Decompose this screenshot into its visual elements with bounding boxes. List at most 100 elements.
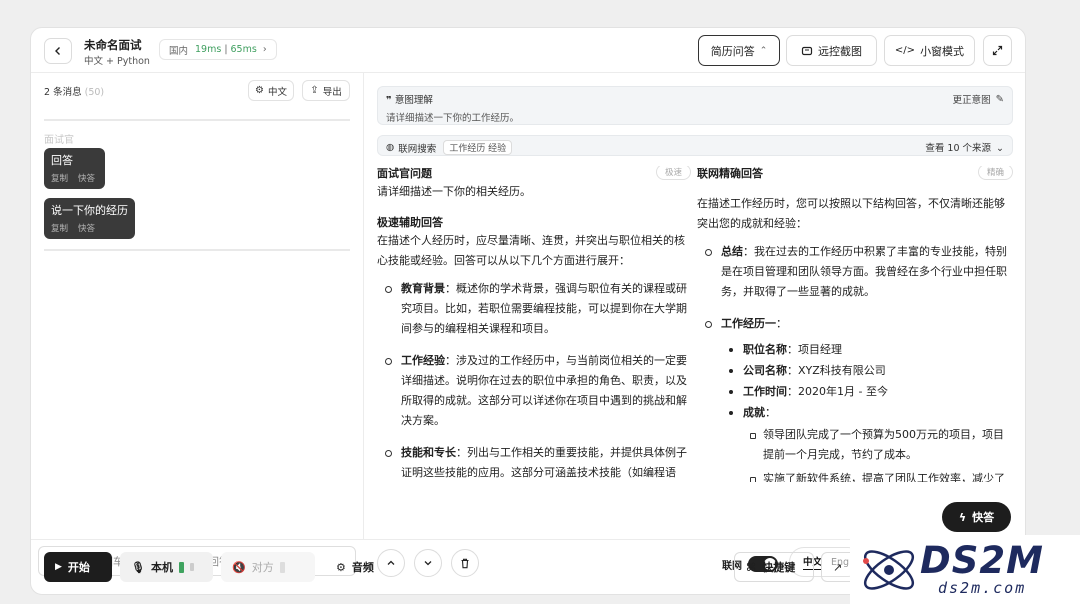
message-count: 2 条消息 (50) [44, 84, 104, 98]
item-value: ： [776, 317, 787, 330]
shortcut-label: 快捷键 [762, 561, 796, 574]
item-key: 技能和专长 [401, 446, 456, 459]
latency-1: 19ms [195, 44, 222, 55]
language-button-label: 中文 [267, 86, 287, 98]
list-item: 领导团队完成了一个预算为500万元的项目，项目提前一个月完成，节约了成本。 [743, 425, 1013, 465]
atom-logo-icon [863, 550, 915, 590]
remote-screenshot-button[interactable]: 远控截图 [786, 35, 877, 66]
precise-answer-title: 联网精确回答 [697, 167, 763, 180]
watermark: DS2M ds2m.com [850, 535, 1080, 604]
list-item: 教育背景：概述你的学术背景，强调与职位有关的课程或研究项目。比如，若职位需要编程… [377, 279, 691, 339]
quote-icon: ❞ [386, 95, 395, 106]
audio-settings-button[interactable]: ⚙ 音频 [325, 552, 385, 582]
chevron-down-icon: ⌄ [996, 143, 1004, 154]
list-item: 工作经验：涉及过的工作经历中，与当前岗位相关的一定要详细描述。说明你在过去的职位… [377, 351, 691, 431]
watermark-url: ds2m.com [938, 579, 1027, 597]
intent-bar: ❞ 意图理解 请详细描述一下你的工作经历。 更正意图 ✎ [377, 86, 1013, 125]
list-item: 成就： 领导团队完成了一个预算为500万元的项目，项目提前一个月完成，节约了成本… [721, 403, 1013, 482]
edit-icon: ✎ [995, 93, 1004, 105]
view-sources-button[interactable]: 查看 10 个来源 ⌄ [925, 140, 1004, 154]
list-item: 工作时间：2020年1月 - 至今 [721, 382, 1013, 402]
copy-action[interactable]: 复制 [51, 172, 68, 184]
message-bubble[interactable]: 回答 复制 快答 [44, 148, 105, 189]
speed-tag: 极速 [655, 166, 691, 180]
intent-label-text: 意图理解 [394, 95, 433, 106]
export-icon: ⇪ [310, 85, 319, 96]
intent-label: ❞ 意图理解 [386, 92, 433, 106]
language-button[interactable]: ⚙ 中文 [248, 80, 294, 101]
list-item: 总结：我在过去的工作经历中积累了丰富的专业技能，特别是在项目管理和团队领导方面。… [697, 242, 1013, 302]
gear-icon: ⚙ [255, 85, 264, 96]
command-icon: ⌘ [746, 560, 757, 574]
precise-tag: 精确 [977, 166, 1013, 180]
field-key: 成就 [743, 406, 765, 419]
item-key: 总结 [721, 245, 743, 258]
web-search-bar: ◍ 联网搜索 工作经历 经验 查看 10 个来源 ⌄ [377, 135, 1013, 156]
speed-answer-title: 极速辅助回答 [377, 216, 443, 229]
local-mic-button[interactable]: 🎙 本机 [120, 552, 213, 582]
field-key: 职位名称 [743, 343, 787, 356]
field-value: ： [765, 406, 776, 419]
fix-intent-button[interactable]: 更正意图 ✎ [952, 92, 1004, 107]
network-region: 国内 [169, 45, 189, 57]
copy-action[interactable]: 复制 [51, 222, 68, 234]
field-value: ：项目经理 [787, 343, 842, 356]
fullscreen-button[interactable] [983, 35, 1012, 66]
chevron-right-icon: › [262, 44, 267, 55]
expand-icon [992, 45, 1003, 56]
app-window: 未命名面试 中文 + Python 国内 19ms | 65ms › 简历问答 … [30, 27, 1026, 595]
page-title: 未命名面试 [84, 38, 142, 52]
code-icon: </> [894, 45, 916, 56]
item-key: 教育背景 [401, 282, 445, 295]
divider [44, 119, 350, 121]
field-value: ：2020年1月 - 至今 [787, 385, 888, 398]
question-text: 请详细描述一下你的相关经历。 [377, 185, 531, 198]
achievements-list: 领导团队完成了一个预算为500万元的项目，项目提前一个月完成，节约了成本。 实施… [743, 425, 1013, 482]
mini-window-button[interactable]: </> 小窗模式 [884, 35, 975, 66]
search-tag: 工作经历 经验 [443, 140, 513, 155]
list-item: 工作经历一： 职位名称：项目经理 公司名称：XYZ科技有限公司 工作时间：202… [697, 314, 1013, 482]
precise-answer-intro: 在描述工作经历时，您可以按照以下结构回答，不仅清晰还能够突出您的成就和经验： [697, 197, 1005, 230]
microphone-icon: 🎙 [131, 560, 145, 574]
web-search-label: 联网搜索 [398, 143, 437, 155]
intent-text: 请详细描述一下你的工作经历。 [386, 113, 520, 124]
quick-action[interactable]: 快答 [78, 172, 95, 184]
page-subtitle: 中文 + Python [84, 56, 150, 67]
updown-chevron-icon: ⌃ [759, 45, 768, 56]
remote-audio-label: 对方 [251, 561, 274, 574]
export-button[interactable]: ⇪ 导出 [302, 80, 350, 101]
quick-answer-label: 快答 [972, 511, 995, 524]
mini-window-label: 小窗模式 [920, 44, 965, 58]
remote-screenshot-label: 远控截图 [818, 44, 862, 58]
speed-answer-column: 面试官问题 极速 请详细描述一下你的相关经历。 极速辅助回答 在描述个人经历时，… [377, 166, 691, 482]
lightning-icon: ϟ [958, 510, 967, 524]
latency-sep: | [224, 44, 228, 55]
network-latency-badge[interactable]: 国内 19ms | 65ms › [159, 39, 277, 60]
precise-answer-column: 联网精确回答 精确 在描述工作经历时，您可以按照以下结构回答，不仅清晰还能够突出… [697, 166, 1013, 482]
mode-select[interactable]: 简历问答 ⌃ [698, 35, 780, 66]
muted-speaker-icon: 🔇 [232, 560, 246, 574]
audio-settings-label: 音频 [351, 561, 374, 574]
fix-intent-label: 更正意图 [952, 95, 991, 106]
shortcut-button[interactable]: ⌘ 快捷键 [734, 552, 814, 582]
message-bubble[interactable]: 说一下你的经历 复制 快答 [44, 198, 135, 239]
mode-select-value: 简历问答 [710, 44, 755, 58]
start-button[interactable]: ▶ 开始 [44, 552, 112, 582]
speed-answer-list: 教育背景：概述你的学术背景，强调与职位有关的课程或研究项目。比如，若职位需要编程… [377, 279, 691, 482]
local-mic-label: 本机 [150, 561, 173, 574]
interviewer-label: 面试官 [44, 135, 74, 146]
gear-icon: ⚙ [336, 560, 346, 574]
export-button-label: 导出 [322, 86, 342, 98]
remote-audio-button[interactable]: 🔇 对方 [221, 552, 315, 582]
message-count-text: 2 条消息 [44, 87, 82, 98]
back-button[interactable] [44, 38, 72, 64]
level-meter-icon [178, 561, 184, 573]
view-sources-label: 查看 10 个来源 [925, 143, 992, 154]
message-text: 回答 [51, 154, 73, 167]
list-item: 公司名称：XYZ科技有限公司 [721, 361, 1013, 381]
quick-answer-button[interactable]: ϟ 快答 [942, 502, 1011, 532]
quick-action[interactable]: 快答 [78, 222, 95, 234]
play-icon: ▶ [55, 562, 62, 572]
watermark-title: DS2M [920, 539, 1044, 582]
field-value: ：XYZ科技有限公司 [787, 364, 886, 377]
